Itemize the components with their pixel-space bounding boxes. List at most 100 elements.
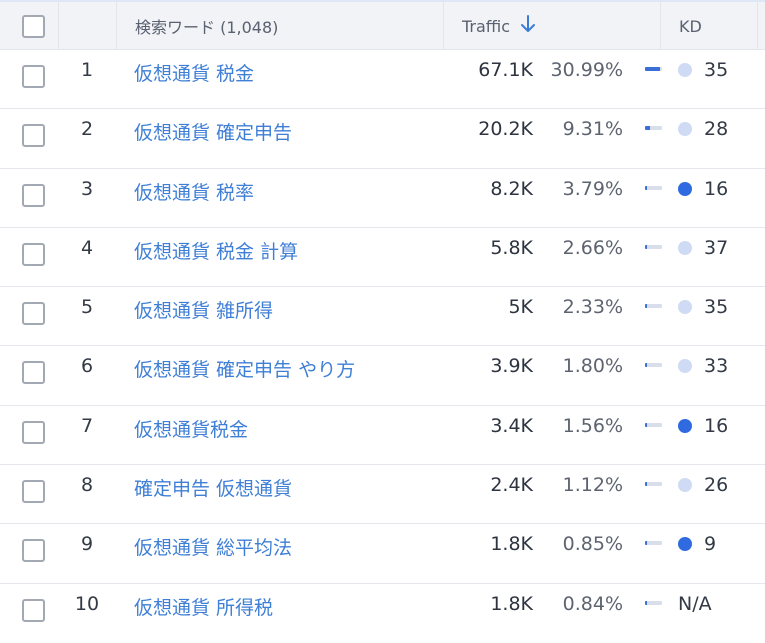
kd-cell: 26 <box>678 474 728 496</box>
table-row: 10 仮想通貨 所得税 1.8K 0.84% N/A <box>0 584 765 643</box>
kd-cell: 9 <box>678 533 716 555</box>
keyword-link[interactable]: 仮想通貨 確定申告 やり方 <box>134 355 355 382</box>
table-row: 6 仮想通貨 確定申告 やり方 3.9K 1.80% 33 <box>0 346 765 406</box>
keyword-link[interactable]: 仮想通貨 所得税 <box>134 593 273 620</box>
traffic-value: 20.2K <box>478 118 533 141</box>
traffic-share-bar <box>645 422 662 427</box>
keyword-link[interactable]: 仮想通貨 確定申告 <box>134 118 292 145</box>
traffic-share-bar <box>645 67 662 71</box>
header-right-divider <box>757 2 758 50</box>
traffic-share-bar-fill <box>645 541 647 546</box>
traffic-share-bar-fill <box>645 422 647 427</box>
row-number: 8 <box>80 474 94 497</box>
traffic-share-bar <box>645 304 662 309</box>
traffic-share-bar-fill <box>645 363 647 368</box>
kd-difficulty-dot-icon <box>678 240 692 255</box>
kd-value: 9 <box>704 533 717 556</box>
traffic-share-bar <box>645 541 662 546</box>
keyword-link[interactable]: 仮想通貨税金 <box>134 415 248 442</box>
kd-cell: 37 <box>678 237 728 259</box>
row-checkbox[interactable] <box>22 420 45 444</box>
traffic-value: 8.2K <box>490 177 533 200</box>
traffic-value: 5.8K <box>490 236 533 259</box>
keywords-table: 検索ワード (1,048) Traffic KD 1 仮想通貨 税金 67.1K 30… <box>0 0 765 622</box>
kd-cell: 33 <box>678 355 728 377</box>
traffic-share-percent: 2.66% <box>562 236 623 259</box>
traffic-share-bar <box>645 482 662 487</box>
select-all-checkbox[interactable] <box>22 14 45 38</box>
kd-value: 35 <box>704 59 729 81</box>
keyword-col-header[interactable]: 検索ワード (1,048) <box>116 2 443 50</box>
kd-cell: 16 <box>678 415 728 437</box>
kd-cell: 35 <box>678 296 728 318</box>
kd-value: N/A <box>678 592 712 615</box>
kd-difficulty-dot-icon <box>678 537 692 552</box>
kd-value: 16 <box>704 414 729 437</box>
row-number: 9 <box>80 533 94 556</box>
arrow-down-icon[interactable] <box>520 15 536 37</box>
traffic-share-bar-fill <box>645 304 647 309</box>
kd-cell: 35 <box>678 59 728 81</box>
table-body: 1 仮想通貨 税金 67.1K 30.99% 35 2 仮想通貨 確定申告 20.2K 9.31… <box>0 50 765 643</box>
traffic-share-bar <box>645 126 662 131</box>
table-row: 9 仮想通貨 総平均法 1.8K 0.85% 9 <box>0 524 765 584</box>
traffic-share-bar-fill <box>645 244 647 249</box>
traffic-share-bar-fill <box>645 126 650 131</box>
row-checkbox[interactable] <box>22 65 45 88</box>
kd-value: 37 <box>704 236 729 259</box>
kd-cell: N/A <box>678 593 712 615</box>
row-number: 3 <box>80 177 94 200</box>
traffic-share-percent: 2.33% <box>562 296 623 319</box>
traffic-share-percent: 3.79% <box>562 177 623 200</box>
row-number: 4 <box>80 236 94 259</box>
kd-col-header[interactable]: KD <box>660 2 757 50</box>
table-row: 4 仮想通貨 税金 計算 5.8K 2.66% 37 <box>0 228 765 288</box>
traffic-share-bar <box>645 363 662 368</box>
row-checkbox[interactable] <box>22 480 45 504</box>
kd-difficulty-dot-icon <box>678 418 692 433</box>
row-checkbox[interactable] <box>22 302 45 326</box>
traffic-share-percent: 30.99% <box>550 59 623 81</box>
keyword-link[interactable]: 仮想通貨 雑所得 <box>134 296 273 323</box>
row-number: 1 <box>80 59 94 81</box>
row-number: 7 <box>80 414 94 437</box>
row-checkbox[interactable] <box>22 124 45 148</box>
traffic-share-bar-fill <box>645 185 647 190</box>
table-header: 検索ワード (1,048) Traffic KD <box>0 0 765 50</box>
kd-difficulty-dot-icon <box>678 181 692 196</box>
keyword-link[interactable]: 仮想通貨 税金 計算 <box>134 237 298 264</box>
traffic-share-percent: 1.56% <box>562 414 623 437</box>
row-checkbox[interactable] <box>22 183 45 207</box>
traffic-value: 3.9K <box>490 355 533 378</box>
traffic-share-percent: 1.80% <box>562 355 623 378</box>
traffic-share-bar-fill <box>645 600 647 605</box>
row-checkbox[interactable] <box>22 598 45 622</box>
traffic-value: 2.4K <box>490 474 533 497</box>
traffic-share-percent: 0.84% <box>562 592 623 615</box>
row-checkbox[interactable] <box>22 539 45 563</box>
traffic-col-header[interactable]: Traffic <box>443 2 660 50</box>
kd-value: 16 <box>704 177 729 200</box>
table-row: 7 仮想通貨税金 3.4K 1.56% 16 <box>0 406 765 466</box>
traffic-share-bar-fill <box>645 67 660 71</box>
traffic-share-percent: 9.31% <box>562 118 623 141</box>
table-row: 8 確定申告 仮想通貨 2.4K 1.12% 26 <box>0 465 765 525</box>
row-checkbox[interactable] <box>22 242 45 266</box>
table-row: 2 仮想通貨 確定申告 20.2K 9.31% 28 <box>0 109 765 169</box>
kd-value: 28 <box>704 118 729 141</box>
keyword-link[interactable]: 仮想通貨 総平均法 <box>134 533 292 560</box>
kd-value: 26 <box>704 474 729 497</box>
traffic-col-label: Traffic <box>462 16 511 36</box>
traffic-share-percent: 1.12% <box>562 474 623 497</box>
kd-difficulty-dot-icon <box>678 300 692 315</box>
kd-value: 33 <box>704 355 729 378</box>
kd-difficulty-dot-icon <box>678 122 692 137</box>
row-checkbox[interactable] <box>22 361 45 385</box>
kd-col-label: KD <box>679 16 702 36</box>
keyword-link[interactable]: 仮想通貨 税率 <box>134 178 254 205</box>
keyword-link[interactable]: 確定申告 仮想通貨 <box>134 474 292 501</box>
traffic-share-bar <box>645 244 662 249</box>
traffic-share-percent: 0.85% <box>562 533 623 556</box>
traffic-value: 3.4K <box>490 414 533 437</box>
keyword-link[interactable]: 仮想通貨 税金 <box>134 59 254 86</box>
